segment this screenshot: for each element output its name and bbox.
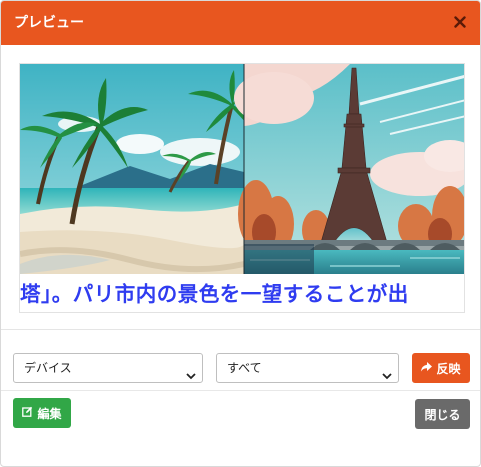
scope-select[interactable]: すべて bbox=[216, 353, 399, 383]
device-select-value: デバイス bbox=[24, 361, 72, 375]
share-arrow-icon bbox=[421, 361, 433, 375]
paris-illustration bbox=[234, 64, 464, 274]
device-select[interactable]: デバイス bbox=[13, 353, 203, 383]
preview-area: 塔」。パリ市内の景色を一望することが出 bbox=[19, 63, 465, 313]
preview-modal: プレビュー 塔」。パリ市内の景色を一望することが出 デバイス すべて 反映 編集… bbox=[0, 0, 481, 467]
scroll-text: 塔」。パリ市内の景色を一望することが出 bbox=[20, 282, 409, 306]
scope-select-value: すべて bbox=[227, 361, 262, 375]
chevron-down-icon bbox=[186, 363, 196, 391]
close-button[interactable]: 閉じる bbox=[415, 399, 470, 429]
close-icon[interactable] bbox=[448, 10, 472, 34]
modal-header: プレビュー bbox=[1, 1, 480, 45]
edit-button[interactable]: 編集 bbox=[13, 398, 71, 428]
preview-image bbox=[20, 64, 464, 274]
apply-button-label: 反映 bbox=[436, 361, 461, 376]
beach-illustration bbox=[20, 64, 266, 274]
edit-button-label: 編集 bbox=[37, 406, 62, 421]
modal-title: プレビュー bbox=[14, 15, 84, 31]
divider bbox=[1, 390, 480, 391]
apply-button[interactable]: 反映 bbox=[412, 353, 470, 383]
chevron-down-icon bbox=[382, 363, 392, 391]
close-button-label: 閉じる bbox=[424, 407, 461, 422]
edit-icon bbox=[22, 406, 33, 420]
divider bbox=[1, 329, 480, 330]
